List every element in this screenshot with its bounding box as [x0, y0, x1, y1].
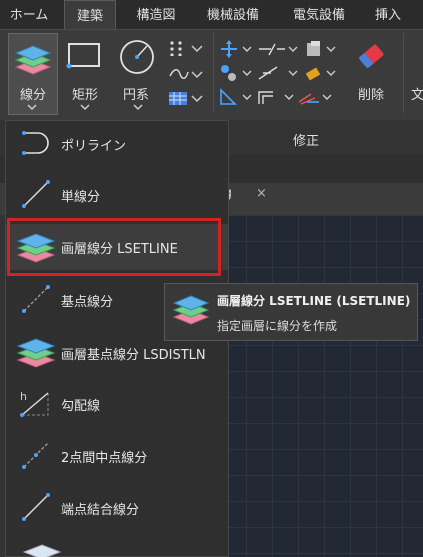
menu-item-endpoint-join-line[interactable]: 端点結合線分 — [6, 485, 228, 531]
menu-item-label: 端点結合線分 — [61, 503, 140, 518]
text-button-label[interactable]: 文 — [411, 84, 423, 103]
tab-insert[interactable]: 挿入 — [366, 0, 410, 29]
tooltip-description: 指定画層に線分を作成 — [217, 319, 338, 333]
layer-stack-icon — [14, 45, 52, 75]
menu-item-label: 勾配線 — [61, 399, 101, 414]
delete-button-label[interactable]: 削除 — [358, 84, 384, 103]
rectangle-button-label[interactable]: 矩形 — [72, 84, 98, 103]
menu-item-label: 単線分 — [61, 190, 101, 205]
menu-item-polyline[interactable]: ポリライン — [6, 121, 228, 167]
menu-item-label: 基点線分 — [61, 295, 114, 310]
highlight-box — [7, 218, 221, 276]
eraser-icon[interactable] — [355, 40, 389, 74]
ribbon-separator — [213, 33, 214, 113]
modify-row-2-icons[interactable] — [219, 64, 349, 82]
slope-line-icon: h — [20, 390, 49, 417]
line-button-label: 線分 — [20, 88, 47, 103]
hatch-icon[interactable] — [168, 90, 208, 106]
menu-item-label: 2点間中点線分 — [61, 451, 148, 466]
menu-item-label: 画層基点線分 LSDISTLN — [61, 348, 206, 363]
spline-icon[interactable] — [168, 66, 208, 82]
close-icon[interactable]: × — [256, 186, 267, 201]
dots-icon[interactable] — [168, 40, 208, 56]
ribbon-tab-bar: ホーム 建築 構造図 機械設備 電気設備 挿入 — [0, 0, 423, 29]
tooltip-title: 画層線分 LSETLINE (LSETLINE) — [217, 294, 411, 308]
ribbon-separator — [403, 33, 404, 113]
tooltip: 画層線分 LSETLINE (LSETLINE) 指定画層に線分を作成 — [164, 283, 418, 341]
tab-electrical[interactable]: 電気設備 — [282, 0, 356, 29]
menu-item-slope-line[interactable]: h 勾配線 — [6, 381, 228, 427]
tab-home[interactable]: ホーム — [4, 0, 54, 29]
single-line-icon — [22, 180, 50, 208]
circle-icon[interactable] — [118, 38, 156, 76]
layer-stack-icon — [22, 544, 62, 557]
menu-item-midpoint-line[interactable]: 2点間中点線分 — [6, 433, 228, 479]
drawing-canvas[interactable] — [220, 215, 423, 557]
polyline-icon — [22, 131, 49, 155]
chevron-down-icon[interactable] — [27, 104, 37, 112]
chevron-down-icon[interactable] — [80, 104, 90, 112]
menu-item-label: ポリライン — [61, 139, 127, 154]
tab-mechanical[interactable]: 機械設備 — [196, 0, 270, 29]
endpoint-join-line-icon — [22, 493, 50, 521]
layer-line-icon — [172, 295, 210, 325]
circle-button-label[interactable]: 円系 — [123, 84, 149, 103]
modify-row-1-icons[interactable] — [219, 40, 349, 58]
modify-panel-title: 修正 — [293, 134, 320, 149]
layer-base-point-line-icon — [16, 338, 56, 368]
svg-text:h: h — [20, 390, 27, 403]
chevron-down-icon[interactable] — [133, 104, 143, 112]
menu-item-single-line[interactable]: 単線分 — [6, 172, 228, 218]
tab-architecture[interactable]: 建築 — [64, 0, 116, 29]
base-point-line-icon — [22, 285, 50, 313]
modify-row-3-icons[interactable] — [219, 88, 359, 106]
rectangle-icon[interactable] — [66, 40, 102, 72]
tab-structure[interactable]: 構造図 — [126, 0, 186, 29]
midpoint-line-icon — [22, 442, 49, 469]
